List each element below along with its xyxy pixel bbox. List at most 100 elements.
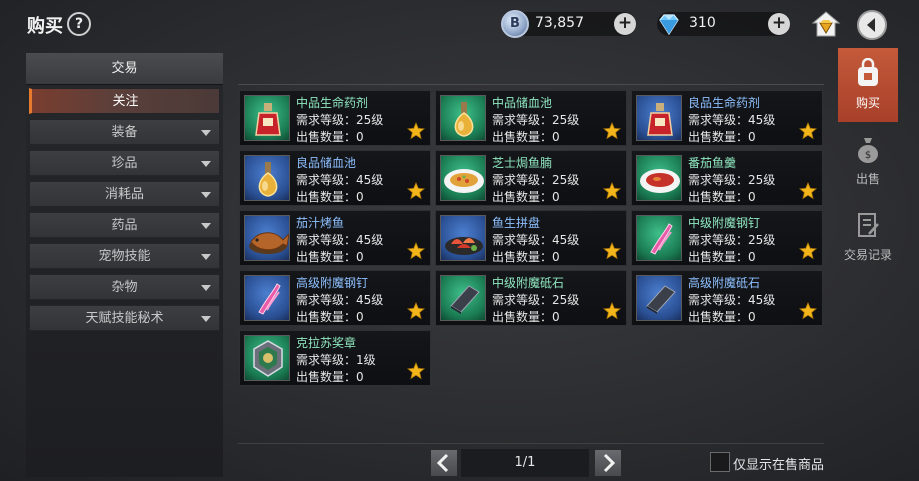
item-sale-count: 出售数量：0	[688, 130, 756, 144]
add-coins-button[interactable]: +	[614, 13, 636, 35]
item-card[interactable]: 中级附魔钢钉 需求等级：25级 出售数量：0	[631, 210, 823, 266]
item-required-level: 需求等级：25级	[492, 173, 580, 187]
item-card[interactable]: 中级附魔砥石 需求等级：25级 出售数量：0	[435, 270, 627, 326]
star-icon[interactable]	[406, 361, 426, 380]
side-tab[interactable]: 购买	[838, 48, 898, 122]
category-item[interactable]: 关注	[29, 88, 220, 114]
item-card[interactable]: 克拉苏奖章 需求等级：1级 出售数量：0	[239, 330, 431, 386]
coin-amount: 73,857	[535, 15, 584, 31]
star-icon[interactable]	[406, 181, 426, 200]
category-item[interactable]: 装备	[29, 119, 220, 145]
item-name: 茄汁烤鱼	[296, 216, 345, 230]
star-icon[interactable]	[406, 301, 426, 320]
chevron-down-icon	[201, 285, 211, 291]
item-required-level: 需求等级：45级	[296, 233, 384, 247]
item-card[interactable]: 中品生命药剂 需求等级：25级 出售数量：0	[239, 90, 431, 146]
item-name: 高级附魔砥石	[688, 276, 761, 290]
side-tab[interactable]: 交易记录	[838, 200, 898, 274]
item-sale-count: 出售数量：0	[688, 190, 756, 204]
item-card[interactable]: 良品储血池 需求等级：45级 出售数量：0	[239, 150, 431, 206]
item-name: 中品储血池	[492, 96, 553, 110]
category-item[interactable]: 宠物技能	[29, 243, 220, 269]
fish-dish-icon	[440, 155, 486, 201]
next-page-button[interactable]	[594, 449, 622, 477]
back-button[interactable]	[857, 10, 887, 40]
item-name: 中级附魔钢钉	[688, 216, 761, 230]
star-icon[interactable]	[798, 181, 818, 200]
chevron-down-icon	[201, 192, 211, 198]
item-card[interactable]: 芝士焗鱼腩需求等级：25级 出售数量：0	[435, 150, 627, 206]
whetstone-icon	[440, 275, 486, 321]
on-sale-only-label[interactable]: 仅显示在售商品	[733, 454, 824, 473]
coin-balance: B 73,857 +	[501, 10, 636, 38]
category-item[interactable]: 杂物	[29, 274, 220, 300]
on-sale-only-checkbox[interactable]	[710, 452, 730, 472]
top-bar: 购买 ? B 73,857 + 310 +	[0, 0, 919, 48]
star-icon[interactable]	[798, 241, 818, 260]
star-icon[interactable]	[406, 121, 426, 140]
star-icon[interactable]	[798, 301, 818, 320]
category-item[interactable]: 天赋技能秘术	[29, 305, 220, 331]
money-bag-icon: $	[855, 134, 881, 164]
soup-dish-icon	[636, 155, 682, 201]
item-sale-count: 出售数量：0	[492, 190, 560, 204]
category-panel: 交易 关注 装备 珍品 消耗品 药品 宠物技能 杂物 天赋技能秘术	[26, 53, 223, 477]
item-name: 中品生命药剂	[296, 96, 369, 110]
item-required-level: 需求等级：25级	[688, 173, 776, 187]
steel-nail-icon	[244, 275, 290, 321]
item-required-level: 需求等级：45级	[492, 233, 580, 247]
medal-icon	[244, 335, 290, 381]
item-name: 芝士焗鱼腩	[492, 156, 553, 170]
category-label: 杂物	[111, 280, 138, 295]
star-icon[interactable]	[406, 241, 426, 260]
item-card[interactable]: 高级附魔砥石需求等级：45级 出售数量：0	[631, 270, 823, 326]
item-sale-count: 出售数量：0	[296, 370, 364, 384]
category-label: 关注	[112, 94, 139, 109]
star-icon[interactable]	[602, 241, 622, 260]
whetstone-icon	[636, 275, 682, 321]
home-icon[interactable]	[811, 10, 841, 38]
item-card[interactable]: 良品生命药剂 需求等级：45级 出售数量：0	[631, 90, 823, 146]
steel-nail-icon	[636, 215, 682, 261]
red-potion-icon	[636, 95, 682, 141]
prev-page-button[interactable]	[430, 449, 458, 477]
side-tab-label: 购买	[855, 96, 880, 110]
item-sale-count: 出售数量：0	[688, 310, 756, 324]
item-name: 高级附魔钢钉	[296, 276, 369, 290]
diamond-icon	[655, 10, 683, 38]
star-icon[interactable]	[798, 121, 818, 140]
item-card[interactable]: 高级附魔钢钉 需求等级：45级 出售数量：0	[239, 270, 431, 326]
star-icon[interactable]	[602, 181, 622, 200]
item-grid: 中品生命药剂 需求等级：25级 出售数量：0 中品储血池 需求等级：25级 出售数量：0 良…	[238, 84, 824, 442]
help-button[interactable]: ?	[67, 12, 91, 36]
category-item[interactable]: 消耗品	[29, 181, 220, 207]
star-icon[interactable]	[602, 301, 622, 320]
bag-icon	[855, 57, 881, 88]
item-card[interactable]: 中品储血池 需求等级：25级 出售数量：0	[435, 90, 627, 146]
add-gems-button[interactable]: +	[768, 13, 790, 35]
item-sale-count: 出售数量：0	[296, 190, 364, 204]
category-label: 天赋技能秘术	[85, 311, 164, 326]
item-sale-count: 出售数量：0	[296, 250, 364, 264]
record-icon	[855, 210, 881, 240]
chevron-left-icon	[436, 453, 449, 473]
item-sale-count: 出售数量：0	[492, 130, 560, 144]
item-name: 克拉苏奖章	[296, 336, 357, 350]
gem-amount: 310	[689, 15, 716, 31]
star-icon[interactable]	[602, 121, 622, 140]
item-card[interactable]: 番茄鱼羹 需求等级：25级 出售数量：0	[631, 150, 823, 206]
side-tab[interactable]: $ 出售	[838, 124, 898, 198]
category-item[interactable]: 珍品	[29, 150, 220, 176]
item-name: 鱼生拼盘	[492, 216, 541, 230]
yellow-potion-icon	[244, 155, 290, 201]
item-card[interactable]: 鱼生拼盘需求等级：45级 出售数量：0	[435, 210, 627, 266]
category-label: 消耗品	[104, 187, 144, 202]
item-sale-count: 出售数量：0	[492, 250, 560, 264]
chevron-down-icon	[201, 316, 211, 322]
item-name: 良品生命药剂	[688, 96, 761, 110]
page-indicator: 1/1	[461, 449, 589, 477]
item-required-level: 需求等级：45级	[688, 293, 776, 307]
item-card[interactable]: 茄汁烤鱼需求等级：45级 出售数量：0	[239, 210, 431, 266]
item-required-level: 需求等级：25级	[492, 293, 580, 307]
category-item[interactable]: 药品	[29, 212, 220, 238]
